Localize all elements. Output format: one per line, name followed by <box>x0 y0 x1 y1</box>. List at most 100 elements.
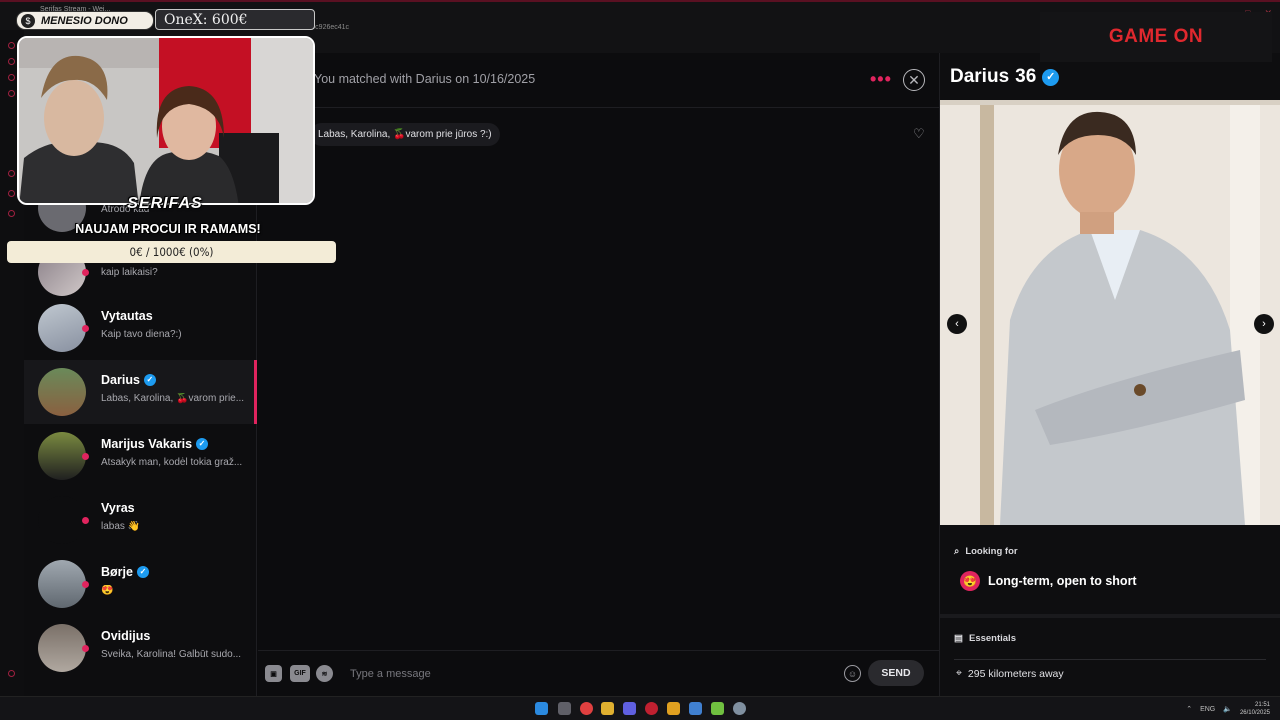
chat-name-text: Vytautas <box>101 309 153 323</box>
chevron-up-icon[interactable]: ⌃ <box>1186 705 1192 713</box>
chat-preview: labas 👋 <box>101 521 141 532</box>
chat-list-item[interactable]: Vytautas Kaip tavo diena?:) <box>24 296 257 360</box>
lang-indicator[interactable]: ENG <box>1200 706 1215 713</box>
essentials-title: Essentials <box>968 633 1016 644</box>
app-icon[interactable] <box>711 702 724 715</box>
opera-icon[interactable] <box>645 702 658 715</box>
strip-icon[interactable] <box>8 190 15 197</box>
next-photo-icon[interactable]: › <box>1254 314 1274 334</box>
clock-date: 26/10/2025 <box>1239 710 1270 716</box>
gif-button[interactable]: GIF <box>290 665 310 682</box>
profile-title: Darius 36 ✓ <box>950 66 1060 88</box>
profile-photo-image <box>940 100 1280 525</box>
chat-preview: kaip laikaisi? <box>101 267 158 278</box>
distance-row: ⌖ 295 kilometers away <box>956 667 1064 680</box>
verified-badge-icon: ✓ <box>1042 68 1060 86</box>
previous-photo-icon[interactable]: ‹ <box>947 314 967 334</box>
webcam-feed <box>17 36 315 205</box>
windows-start-icon[interactable] <box>535 702 548 715</box>
chat-list-item[interactable]: Marijus Vakaris ✓ Atsakyk man, kodėl toki… <box>24 424 257 488</box>
strip-icon[interactable] <box>8 670 15 677</box>
heart-eyes-icon: 😍 <box>960 571 980 591</box>
chat-name-text: Marijus Vakaris <box>101 437 193 451</box>
strip-icon[interactable] <box>8 42 15 49</box>
chat-list-item[interactable]: Børje ✓ 😍 <box>24 552 257 616</box>
donor-label: MENESIO DONO <box>41 14 128 27</box>
chat-name: Vytautas <box>101 309 153 323</box>
close-chat-button[interactable]: ✕ <box>903 69 925 91</box>
online-indicator <box>82 453 89 460</box>
like-message-icon[interactable]: ♡ <box>913 126 925 142</box>
distance-text: 295 kilometers away <box>967 667 1064 680</box>
profile-photo[interactable] <box>940 100 1280 525</box>
webcam-image <box>19 38 313 203</box>
chrome-icon[interactable] <box>580 702 593 715</box>
message-bubble: Labas, Karolina, 🍒varom prie jūros ?:) <box>310 123 500 146</box>
strip-icon[interactable] <box>8 74 15 81</box>
strip-icon[interactable] <box>8 210 15 217</box>
chat-preview: 😍 <box>101 585 114 596</box>
streamer-name: SERIFAS <box>127 195 203 212</box>
avatar <box>38 432 86 480</box>
chat-name-text: Ovidijus <box>101 629 151 643</box>
app-icon[interactable] <box>667 702 680 715</box>
more-options-icon[interactable]: ••• <box>870 69 892 90</box>
emoji-icon[interactable]: ☺ <box>844 665 861 682</box>
avatar <box>38 496 86 544</box>
looking-for-heading: ⌕ Looking for <box>954 546 1018 557</box>
task-view-icon[interactable] <box>558 702 571 715</box>
avatar <box>38 624 86 672</box>
verified-badge-icon: ✓ <box>196 438 209 450</box>
match-info: You matched with Darius on 10/16/2025 <box>314 72 536 86</box>
looking-for-text: Long-term, open to short <box>988 574 1137 588</box>
profile-name: Darius <box>950 66 1010 87</box>
volume-icon[interactable]: 🔈 <box>1223 705 1232 713</box>
settings-icon[interactable] <box>733 702 746 715</box>
verified-badge-icon: ✓ <box>136 566 149 578</box>
chat-preview: Labas, Karolina, 🍒varom prie... <box>101 393 245 404</box>
strip-icon[interactable] <box>8 90 15 97</box>
message-composer: ▣ GIF ≋ ☺ SEND <box>258 650 939 696</box>
chat-name-text: Børje <box>101 565 133 579</box>
onex-bar: OneX: 600€ <box>155 9 315 30</box>
search-icon: ⌕ <box>954 546 960 557</box>
chat-preview: Sveika, Karolina! Galbūt sudo... <box>101 649 242 660</box>
sponsor-banner: GAME ON <box>1040 12 1272 62</box>
app-icon[interactable] <box>689 702 702 715</box>
avatar <box>38 368 86 416</box>
chat-name: Marijus Vakaris ✓ <box>101 437 209 451</box>
sponsor-logo: GAME ON <box>1108 26 1204 47</box>
discord-icon[interactable] <box>623 702 636 715</box>
chat-name: Darius ✓ <box>101 373 156 387</box>
file-explorer-icon[interactable] <box>601 702 614 715</box>
stream-tagline: NAUJAM PROCUI IR RAMAMS! <box>75 222 261 236</box>
sticker-icon[interactable]: ▣ <box>265 665 282 682</box>
section-divider <box>954 659 1266 660</box>
spotify-icon[interactable]: ≋ <box>316 665 333 682</box>
chat-list-item[interactable]: Ovidijus Sveika, Karolina! Galbūt sudo..… <box>24 616 257 680</box>
chat-list-item[interactable]: Vyras labas 👋 <box>24 488 257 552</box>
send-button[interactable]: SEND <box>868 660 924 686</box>
online-indicator <box>82 325 89 332</box>
looking-for-title: Looking for <box>965 546 1018 557</box>
clock[interactable]: 21:51 26/10/2025 <box>1240 701 1270 717</box>
profile-age: 36 <box>1015 66 1037 87</box>
strip-icon[interactable] <box>8 58 15 65</box>
avatar <box>38 304 86 352</box>
clock-time: 21:51 <box>1254 702 1270 708</box>
online-indicator <box>82 269 89 276</box>
strip-icon[interactable] <box>8 170 15 177</box>
chat-preview: Kaip tavo diena?:) <box>101 329 182 340</box>
donor-bar: $ MENESIO DONO <box>16 11 154 30</box>
online-indicator <box>82 517 89 524</box>
chat-preview: Atsakyk man, kodėl tokia graž... <box>101 457 243 468</box>
taskbar: ⌃ ENG 🔈 21:51 26/10/2025 <box>0 696 1280 720</box>
chat-list-item-active[interactable]: Darius ✓ Labas, Karolina, 🍒varom prie... <box>24 360 257 424</box>
chat-name: Ovidijus <box>101 629 150 643</box>
online-indicator <box>82 581 89 588</box>
location-pin-icon: ⌖ <box>956 667 962 679</box>
chat-name: Børje ✓ <box>101 565 149 579</box>
section-divider <box>940 614 1280 618</box>
message-input[interactable] <box>350 663 830 685</box>
chat-name-text: Darius <box>101 373 140 387</box>
